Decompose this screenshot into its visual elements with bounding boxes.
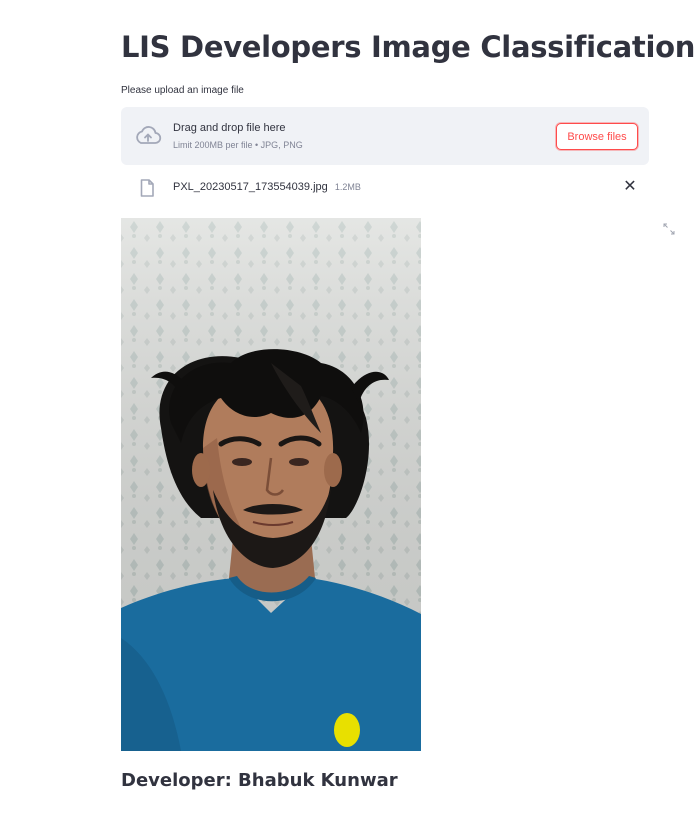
fullscreen-icon[interactable] (663, 222, 675, 235)
file-name: PXL_20230517_173554039.jpg (173, 181, 328, 193)
uploaded-file-item: PXL_20230517_173554039.jpg 1.2MB ✕ (121, 175, 649, 201)
page-title: LIS Developers Image Classification (121, 30, 696, 64)
browse-files-button[interactable]: Browse files (556, 123, 638, 150)
remove-file-button[interactable]: ✕ (621, 178, 639, 196)
uploader-label: Please upload an image file (121, 85, 244, 96)
file-icon (139, 179, 155, 197)
file-name-wrap: PXL_20230517_173554039.jpg 1.2MB (173, 181, 361, 193)
app-page: LIS Developers Image Classification Plea… (0, 0, 697, 823)
dropzone-title: Drag and drop file here (173, 122, 286, 134)
file-size: 1.2MB (334, 182, 361, 192)
developer-credit: Developer: Bhabuk Kunwar (121, 770, 398, 791)
dropzone-limit: Limit 200MB per file • JPG, PNG (173, 140, 303, 150)
cloud-upload-icon (134, 124, 162, 148)
dropzone-instructions: Drag and drop file here Limit 200MB per … (173, 122, 303, 150)
uploaded-image (121, 218, 421, 751)
file-dropzone[interactable]: Drag and drop file here Limit 200MB per … (121, 107, 649, 165)
